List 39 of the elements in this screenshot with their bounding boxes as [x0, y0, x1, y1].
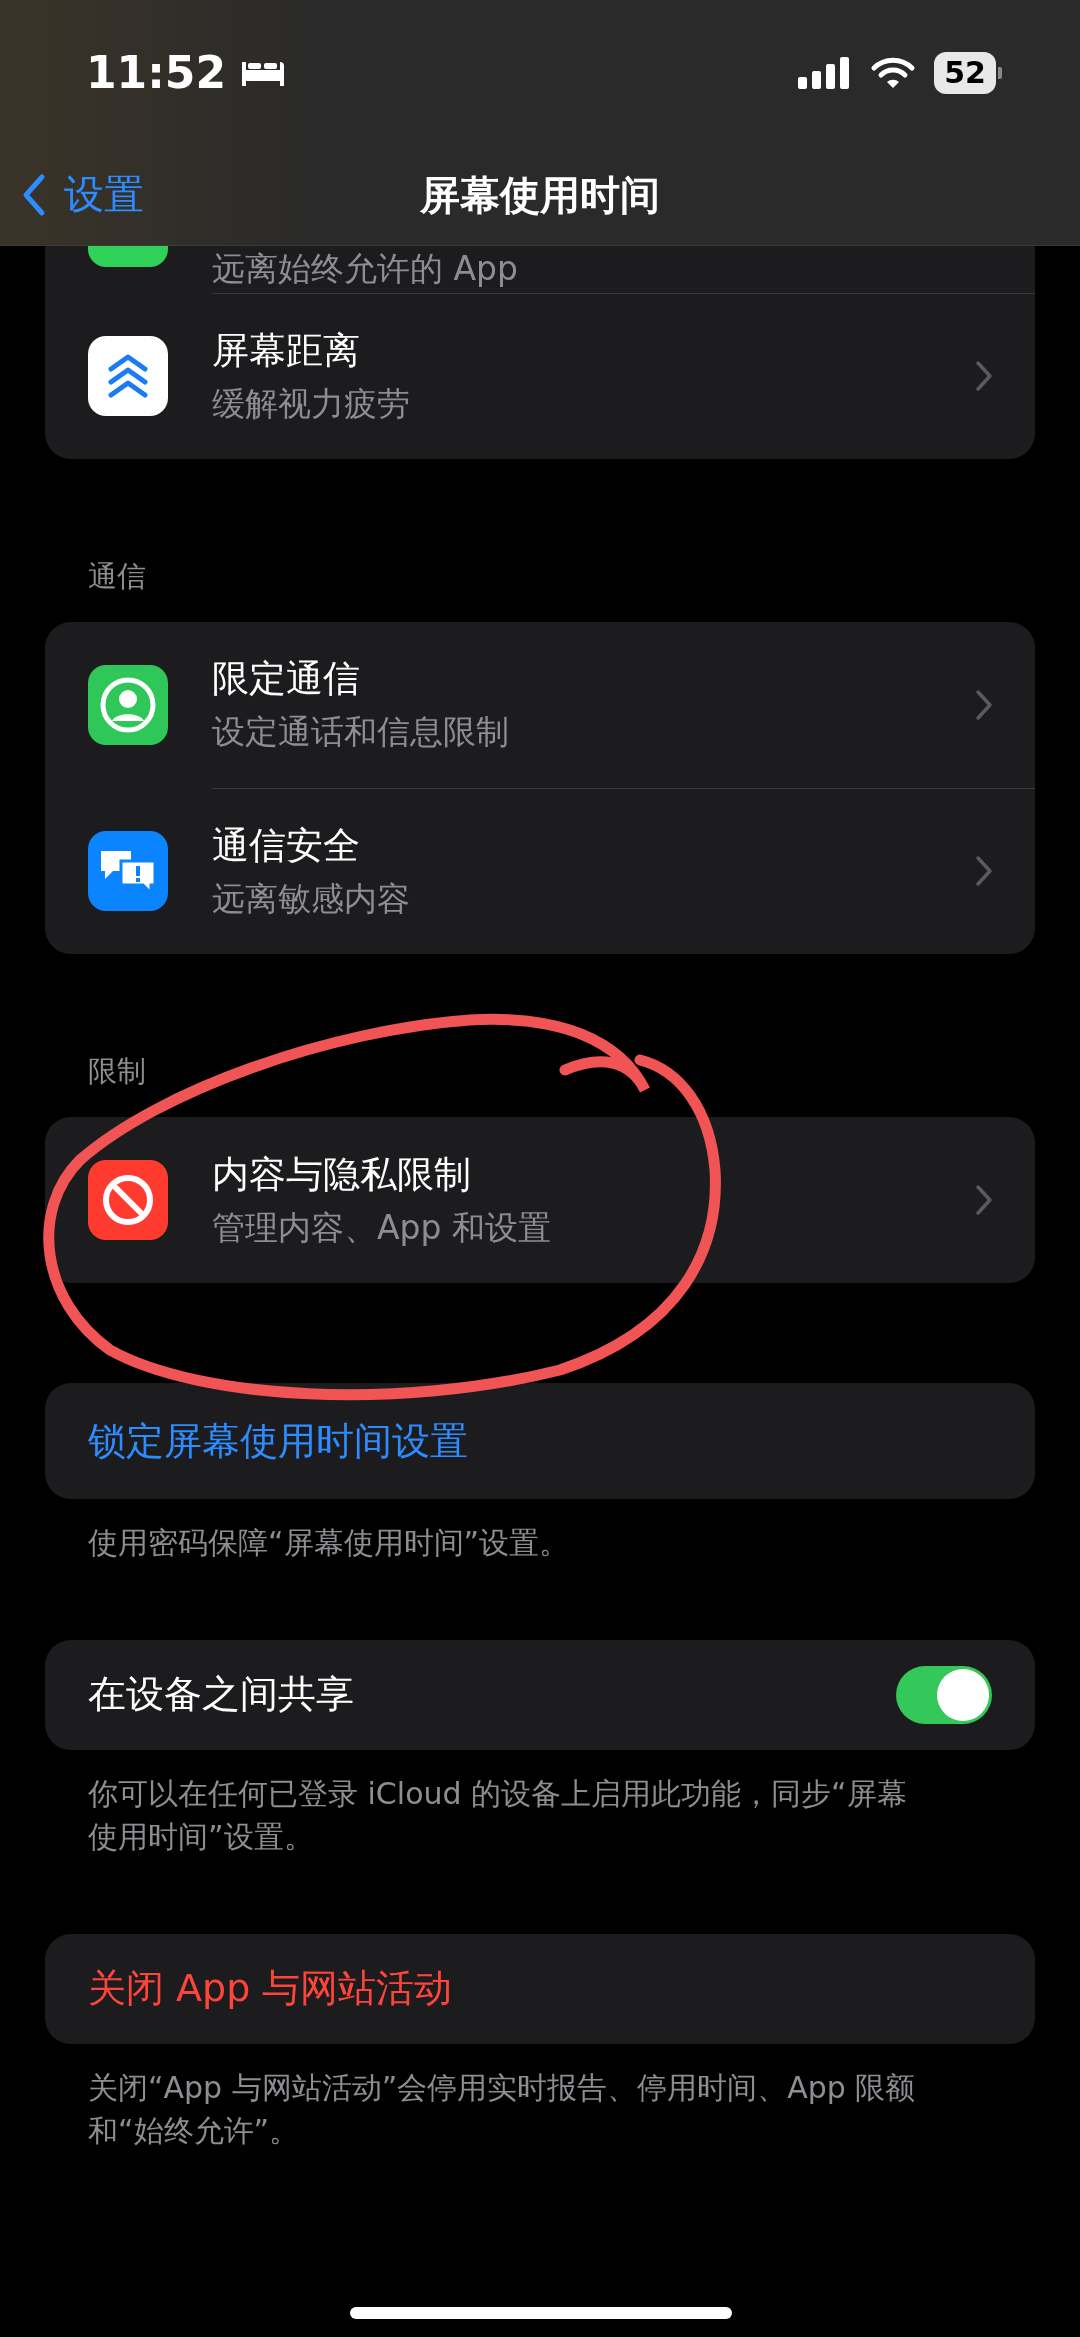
back-button[interactable]: 设置: [22, 167, 144, 222]
person-circle-icon: [99, 676, 157, 734]
section-header: 通信: [87, 559, 147, 595]
chevron-icon: [975, 855, 993, 887]
row-title: 屏幕距离: [212, 327, 361, 374]
row-subtitle: 管理内容、App 和设置: [212, 1206, 552, 1249]
app-icon: [88, 245, 168, 267]
settings-row[interactable]: 内容与隐私限制 管理内容、App 和设置: [45, 1117, 1035, 1283]
toggle-switch[interactable]: [896, 1665, 992, 1724]
settings-row[interactable]: 限定通信 设定通话和信息限制: [45, 622, 1035, 788]
action-button[interactable]: 锁定屏幕使用时间设置: [45, 1383, 1035, 1499]
action-label: 锁定屏幕使用时间设置: [88, 1417, 468, 1465]
footer-note: 你可以在任何已登录 iCloud 的设备上启用此功能，同步“屏幕使用时间”设置。: [87, 1774, 908, 1856]
footer-note: 使用密码保障“屏幕使用时间”设置。: [87, 1524, 571, 1562]
row-title: 内容与隐私限制: [212, 1151, 472, 1198]
action-button[interactable]: 关闭 App 与网站活动: [45, 1933, 1035, 2044]
settings-row[interactable]: 通信安全 远离敏感内容: [45, 788, 1035, 954]
settings-row[interactable]: 远离始终允许的 App: [45, 245, 1035, 293]
footer-note: 关闭“App 与网站活动”会停用实时报告、停用时间、App 限额和“始终允许”。: [87, 2068, 917, 2150]
row-subtitle: 远离敏感内容: [212, 877, 411, 920]
action-label: 在设备之间共享: [88, 1671, 354, 1718]
row-title: 通信安全: [212, 822, 361, 869]
row-subtitle: 设定通话和信息限制: [212, 711, 510, 753]
row-subtitle: 缓解视力疲劳: [212, 382, 411, 425]
status-time: 11:52: [86, 47, 227, 98]
action-label: 关闭 App 与网站活动: [88, 1965, 453, 2012]
wifi-icon: [870, 55, 917, 90]
row-subtitle: 远离始终允许的 App: [212, 247, 519, 290]
chevron-icon: [975, 688, 993, 721]
chevron-icon: [975, 1184, 993, 1216]
chevron-icon: [975, 360, 993, 392]
setting-row[interactable]: 在设备之间共享: [45, 1639, 1035, 1750]
no-entry-icon: [101, 1173, 155, 1227]
settings-row[interactable]: 屏幕距离 缓解视力疲劳: [45, 293, 1035, 459]
nav-title: 屏幕使用时间: [420, 170, 660, 220]
back-chevron-icon: [22, 172, 46, 217]
row-title: 限定通信: [212, 656, 361, 702]
section-header: 限制: [87, 1054, 147, 1090]
battery-level: 52: [934, 51, 996, 94]
